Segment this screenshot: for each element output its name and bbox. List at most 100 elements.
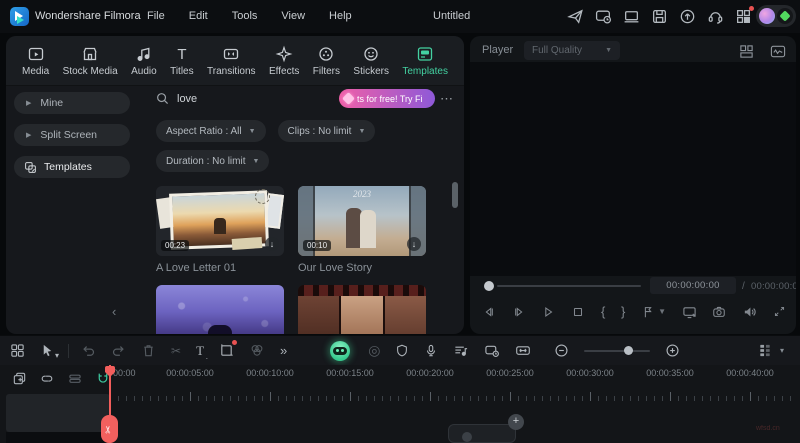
download-icon[interactable]: ↓ [407, 237, 421, 251]
template-card[interactable]: 00:23 ↓ A Love Letter 01 [156, 186, 284, 274]
fullscreen-button[interactable] [773, 305, 786, 318]
player-layout-icon[interactable] [739, 44, 754, 59]
layout-grid-icon[interactable] [10, 343, 25, 358]
zoom-out-icon[interactable] [554, 343, 569, 358]
mark-out-button[interactable]: } [621, 304, 625, 319]
menu-edit[interactable]: Edit [189, 10, 208, 22]
tab-templates[interactable]: Templates [402, 45, 448, 77]
avatar[interactable] [759, 8, 775, 24]
scope-icon[interactable] [770, 44, 786, 59]
share-icon[interactable] [567, 8, 584, 25]
duration-badge: 00:10 [303, 240, 331, 251]
sidebar-item-templates[interactable]: Templates [14, 156, 130, 178]
menu-view[interactable]: View [281, 10, 305, 22]
video-preview[interactable] [470, 62, 796, 276]
screen-icon[interactable] [623, 8, 640, 25]
mark-in-button[interactable]: { [601, 304, 605, 319]
blend-icon[interactable] [249, 343, 265, 358]
tab-audio[interactable]: Audio [131, 45, 157, 77]
delete-icon[interactable] [141, 343, 156, 358]
template-thumbnail[interactable]: 00:23 ↓ [156, 186, 284, 256]
menu-tools[interactable]: Tools [232, 10, 258, 22]
seek-bar[interactable] [497, 285, 641, 287]
text-tool-icon[interactable]: T. [196, 343, 204, 359]
tab-effects[interactable]: Effects [269, 45, 299, 77]
safe-area-icon[interactable] [395, 343, 409, 358]
promo-banner[interactable]: ts for free! Try Fi [339, 89, 435, 108]
copy-icon[interactable] [12, 371, 27, 386]
crop-tool-icon[interactable] [219, 343, 234, 358]
previous-frame-button[interactable] [482, 305, 496, 319]
collapse-sidebar-icon[interactable]: ‹ [112, 304, 116, 319]
more-tools-icon[interactable]: » [280, 343, 287, 358]
tab-media[interactable]: Media [22, 45, 49, 77]
template-card[interactable] [156, 285, 284, 334]
track-header[interactable] [6, 394, 110, 432]
tab-filters[interactable]: Filters [313, 45, 340, 77]
snapshot-button[interactable] [712, 305, 726, 319]
group-icon[interactable] [67, 371, 83, 386]
play-button[interactable] [541, 305, 555, 319]
workspace-icon[interactable] [735, 8, 752, 25]
chevron-down-icon[interactable]: ▾ [780, 346, 784, 355]
account-pill[interactable] [756, 5, 796, 27]
filter-clips[interactable]: Clips : No limit▼ [278, 120, 376, 142]
tab-titles[interactable]: TTitles [170, 45, 194, 77]
seek-handle[interactable] [484, 281, 494, 291]
add-clip-icon[interactable]: + [508, 414, 524, 430]
select-cursor-icon[interactable]: ▾ [40, 343, 55, 358]
scrollbar-thumb[interactable] [452, 182, 458, 208]
track-manager-icon[interactable] [758, 343, 772, 358]
menu-help[interactable]: Help [329, 10, 352, 22]
template-thumbnail[interactable] [156, 285, 284, 334]
link-icon[interactable] [39, 371, 55, 386]
template-thumbnail[interactable]: 2023 00:10 ↓ [298, 186, 426, 256]
template-thumbnail[interactable] [298, 285, 426, 334]
sidebar-item-split-screen[interactable]: ▶Split Screen [14, 124, 130, 146]
template-name: A Love Letter 01 [156, 262, 284, 274]
export-icon[interactable] [679, 8, 696, 25]
filter-aspect-ratio[interactable]: Aspect Ratio : All▼ [156, 120, 266, 142]
playback-controls: { } ▼ [482, 304, 786, 319]
current-timecode[interactable]: 00:00:00:00 [650, 277, 736, 294]
redo-icon[interactable] [111, 343, 126, 358]
audio-mixer-icon[interactable] [453, 343, 469, 358]
tab-stock-media[interactable]: Stock Media [63, 45, 118, 77]
render-preview-icon[interactable] [484, 343, 500, 358]
menu-file[interactable]: File [147, 10, 165, 22]
scissors-icon: ✂ [104, 425, 115, 433]
zoom-in-icon[interactable] [665, 343, 680, 358]
sidebar-item-mine[interactable]: ▶Mine [14, 92, 130, 114]
zoom-slider[interactable] [584, 350, 650, 352]
voiceover-mic-icon[interactable] [424, 343, 438, 358]
drop-zone-clip[interactable] [448, 424, 516, 443]
zoom-slider-handle[interactable] [624, 346, 633, 355]
split-scissors-icon[interactable]: ✂ [171, 344, 181, 358]
task-queue-icon[interactable] [595, 8, 612, 25]
marker-button[interactable]: ▼ [641, 305, 666, 319]
mirror-display-button[interactable] [682, 305, 697, 319]
support-icon[interactable] [707, 8, 724, 25]
timeline: 00:00 00:00:05:00 00:00:10:00 00:00:15:0… [0, 365, 800, 443]
chevron-down-icon: ▼ [658, 307, 666, 316]
download-icon[interactable]: ↓ [265, 237, 279, 251]
topbar-actions [567, 8, 752, 25]
ai-assistant-icon[interactable] [330, 341, 350, 361]
search-input[interactable] [177, 93, 287, 105]
filter-duration[interactable]: Duration : No limit▼ [156, 150, 269, 172]
save-icon[interactable] [651, 8, 668, 25]
stop-button[interactable] [571, 305, 585, 319]
fit-timeline-icon[interactable] [515, 343, 531, 358]
tab-transitions[interactable]: Transitions [207, 45, 256, 77]
next-frame-button[interactable] [512, 305, 526, 319]
volume-button[interactable] [742, 305, 757, 319]
tab-stickers[interactable]: Stickers [353, 45, 389, 77]
undo-icon[interactable] [81, 343, 96, 358]
more-options-icon[interactable]: ⋯ [440, 91, 454, 107]
template-card[interactable] [298, 285, 426, 334]
playhead-split-handle[interactable]: ✂ [101, 415, 118, 443]
playback-quality-select[interactable]: Full Quality▼ [524, 41, 620, 60]
template-card[interactable]: 2023 00:10 ↓ Our Love Story [298, 186, 426, 274]
record-icon[interactable]: ◎ [368, 342, 380, 359]
upgrade-gem-icon[interactable] [777, 8, 793, 24]
